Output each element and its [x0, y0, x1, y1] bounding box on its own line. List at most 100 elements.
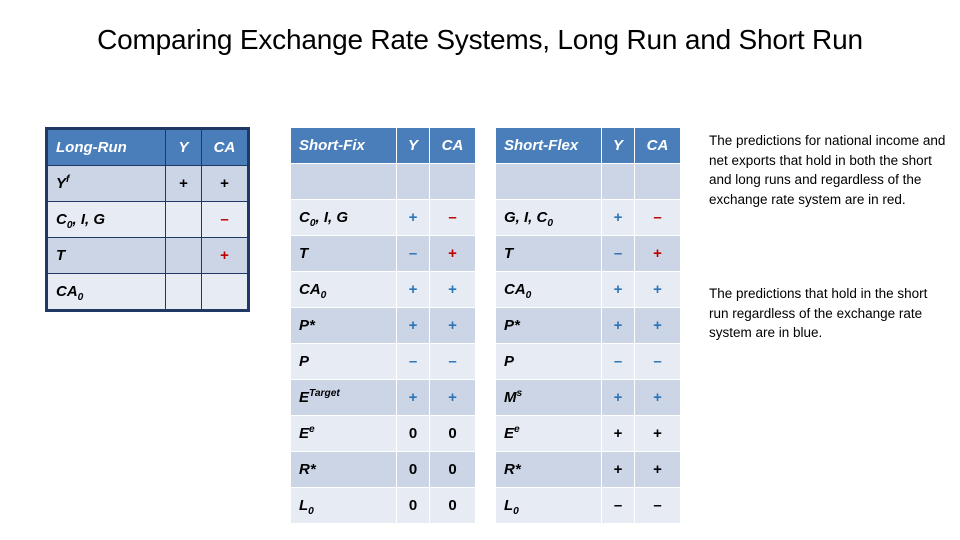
long-run-row-label: C0, I, G [48, 202, 165, 237]
page-title: Comparing Exchange Rate Systems, Long Ru… [97, 24, 863, 55]
short-flex-row-label [496, 164, 601, 199]
short-flex-row-label: R* [496, 452, 601, 487]
short-fix-row-y-value: + [397, 380, 429, 415]
short-flex-header-row: Short-Flex Y CA [496, 128, 680, 163]
short-flex-row-label: Ee [496, 416, 601, 451]
short-fix-row-ca-value: 0 [430, 416, 475, 451]
short-flex-row-ca-value [635, 164, 680, 199]
table-row: R* + + [496, 452, 680, 487]
short-fix-row-ca-value: 0 [430, 488, 475, 523]
table-row: CA0 [48, 274, 247, 309]
short-flex-row-y-value: + [602, 200, 634, 235]
table-row: T – + [291, 236, 475, 271]
short-flex-row-ca-value: – [635, 344, 680, 379]
short-fix-row-y-value: 0 [397, 488, 429, 523]
short-fix-row-label: ETarget [291, 380, 396, 415]
short-fix-header-ca: CA [430, 128, 475, 163]
long-run-row-y-value [166, 202, 201, 237]
table-row: T + [48, 238, 247, 273]
short-fix-row-label: C0, I, G [291, 200, 396, 235]
short-flex-row-y-value: + [602, 272, 634, 307]
blue-legend-note: The predictions that hold in the short r… [709, 286, 928, 340]
long-run-row-ca-value: + [202, 166, 247, 201]
table-row: CA0 + + [496, 272, 680, 307]
short-fix-row-y-value: + [397, 200, 429, 235]
table-row: Yf + + [48, 166, 247, 201]
table-row [496, 164, 680, 199]
table-row: R* 0 0 [291, 452, 475, 487]
long-run-row-y-value [166, 274, 201, 309]
long-run-row-label: Yf [48, 166, 165, 201]
long-run-table: Long-Run Y CA Yf + + C0, I, G – T + CA0 [45, 127, 250, 312]
short-fix-row-y-value: – [397, 236, 429, 271]
table-row: P* + + [496, 308, 680, 343]
short-flex-row-label: P* [496, 308, 601, 343]
short-flex-row-ca-value: + [635, 452, 680, 487]
long-run-row-label: T [48, 238, 165, 273]
long-run-row-y-value: + [166, 166, 201, 201]
long-run-header-name: Long-Run [48, 130, 165, 165]
short-flex-row-y-value: + [602, 308, 634, 343]
short-flex-row-y-value: – [602, 488, 634, 523]
short-flex-row-y-value: + [602, 416, 634, 451]
short-fix-row-y-value: 0 [397, 452, 429, 487]
short-flex-row-ca-value: – [635, 488, 680, 523]
table-row: C0, I, G + – [291, 200, 475, 235]
short-flex-row-label: L0 [496, 488, 601, 523]
short-fix-row-label: P [291, 344, 396, 379]
long-run-header-ca: CA [202, 130, 247, 165]
short-flex-row-ca-value: + [635, 272, 680, 307]
short-flex-row-ca-value: + [635, 236, 680, 271]
short-flex-table: Short-Flex Y CA G, I, C0 + – T – + CA0 + + P* + + P –… [495, 127, 681, 524]
table-row: G, I, C0 + – [496, 200, 680, 235]
short-flex-row-label: Ms [496, 380, 601, 415]
short-fix-row-ca-value: – [430, 200, 475, 235]
short-fix-header-y: Y [397, 128, 429, 163]
short-flex-row-ca-value: + [635, 380, 680, 415]
short-flex-row-y-value: + [602, 380, 634, 415]
short-flex-row-label: G, I, C0 [496, 200, 601, 235]
short-flex-row-y-value [602, 164, 634, 199]
short-flex-header-ca: CA [635, 128, 680, 163]
table-row: L0 0 0 [291, 488, 475, 523]
long-run-row-ca-value: + [202, 238, 247, 273]
table-row [291, 164, 475, 199]
short-flex-header-y: Y [602, 128, 634, 163]
short-fix-row-y-value: 0 [397, 416, 429, 451]
short-fix-row-y-value: + [397, 308, 429, 343]
short-flex-row-y-value: – [602, 344, 634, 379]
short-fix-row-y-value: + [397, 272, 429, 307]
short-fix-row-label: CA0 [291, 272, 396, 307]
short-flex-header-name: Short-Flex [496, 128, 601, 163]
table-row: P* + + [291, 308, 475, 343]
long-run-body: Yf + + C0, I, G – T + CA0 [48, 166, 247, 309]
short-fix-row-ca-value: – [430, 344, 475, 379]
short-flex-row-y-value: – [602, 236, 634, 271]
long-run-row-ca-value: – [202, 202, 247, 237]
table-row: CA0 + + [291, 272, 475, 307]
table-row: Ms + + [496, 380, 680, 415]
table-row: ETarget + + [291, 380, 475, 415]
long-run-header-y: Y [166, 130, 201, 165]
table-row: T – + [496, 236, 680, 271]
short-fix-row-ca-value: 0 [430, 452, 475, 487]
short-fix-row-label: Ee [291, 416, 396, 451]
short-fix-row-ca-value [430, 164, 475, 199]
short-flex-row-y-value: + [602, 452, 634, 487]
table-row: C0, I, G – [48, 202, 247, 237]
short-fix-row-ca-value: + [430, 308, 475, 343]
short-fix-header-row: Short-Fix Y CA [291, 128, 475, 163]
short-fix-header-name: Short-Fix [291, 128, 396, 163]
table-row: P – – [291, 344, 475, 379]
short-fix-row-label [291, 164, 396, 199]
short-flex-row-label: T [496, 236, 601, 271]
table-row: Ee + + [496, 416, 680, 451]
short-fix-row-label: R* [291, 452, 396, 487]
long-run-row-label: CA0 [48, 274, 165, 309]
short-fix-row-label: P* [291, 308, 396, 343]
short-fix-row-ca-value: + [430, 380, 475, 415]
table-row: Ee 0 0 [291, 416, 475, 451]
short-fix-row-y-value [397, 164, 429, 199]
short-flex-row-ca-value: + [635, 308, 680, 343]
long-run-row-ca-value [202, 274, 247, 309]
